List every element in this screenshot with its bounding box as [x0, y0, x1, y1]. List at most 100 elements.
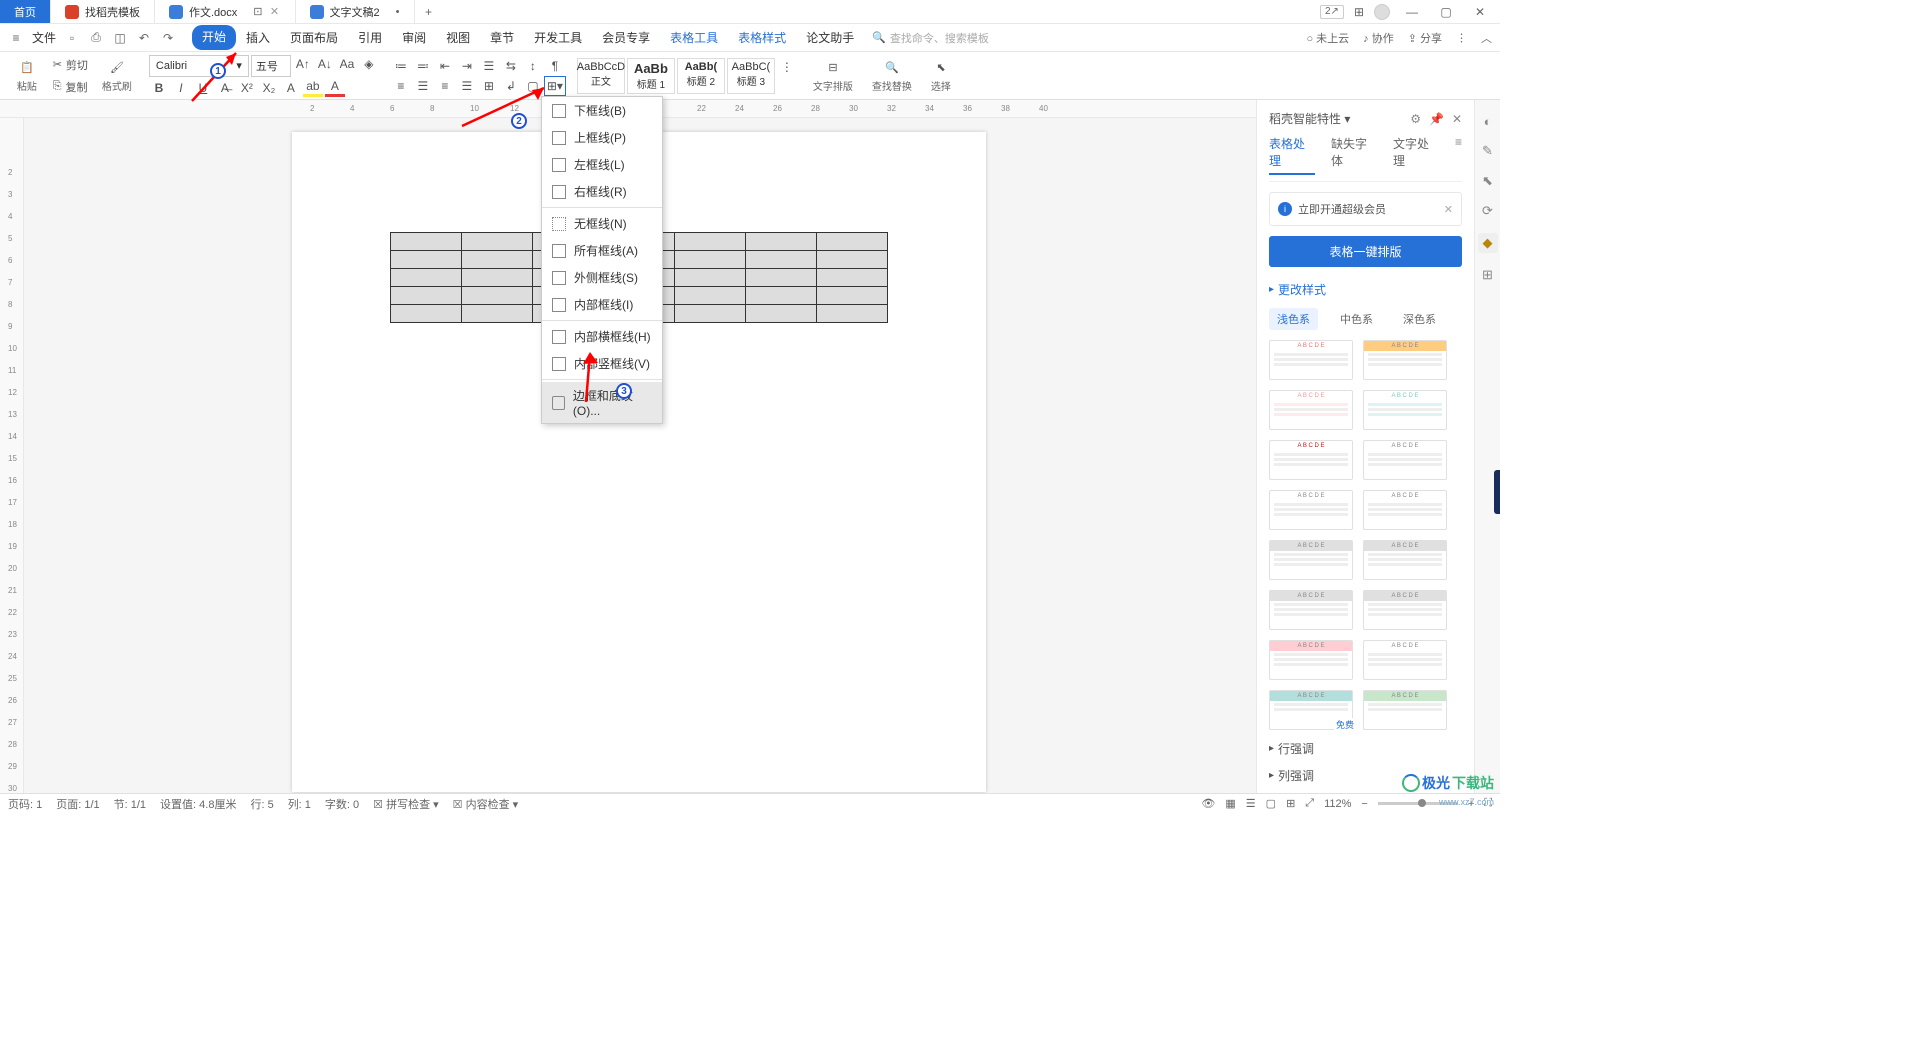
sort-button[interactable]: ☰ — [479, 57, 499, 75]
hamburger-icon[interactable]: ≡ — [8, 30, 24, 46]
auto-format-button[interactable]: 表格一键排版 — [1269, 236, 1462, 267]
grid-icon[interactable]: ⊞ — [1354, 5, 1364, 19]
border-inside-h[interactable]: 内部横框线(H) — [542, 323, 662, 350]
cursor-icon[interactable]: ⬉ — [1482, 173, 1493, 189]
subscript-button[interactable]: X₂ — [259, 79, 279, 97]
side-tab-text[interactable]: 文字处理 — [1393, 135, 1439, 175]
content-check-toggle[interactable]: ☒ 内容检查 ▾ — [453, 796, 519, 812]
menu-chapter[interactable]: 章节 — [480, 25, 524, 50]
drag-handle[interactable] — [1494, 470, 1500, 514]
menu-table-style[interactable]: 表格样式 — [728, 25, 796, 50]
minimize-button[interactable]: — — [1400, 5, 1424, 19]
save-icon[interactable]: ▫ — [64, 30, 80, 46]
copy-button[interactable]: ⎘ 复制 — [49, 77, 92, 97]
indent-button[interactable]: ⇥ — [457, 57, 477, 75]
close-icon[interactable]: ✕ — [269, 5, 281, 18]
close-icon[interactable]: ✕ — [1452, 112, 1462, 126]
border-bottom[interactable]: 下框线(B) — [542, 97, 662, 124]
change-case-button[interactable]: Aa — [337, 55, 357, 73]
style-h3[interactable]: AaBbC(标题 3 — [727, 58, 775, 94]
find-replace-button[interactable]: 🔍 — [881, 59, 903, 76]
view-mode-4[interactable]: ⊞ — [1286, 797, 1295, 810]
cloud-status[interactable]: ○ 未上云 — [1306, 30, 1349, 46]
tab-more-icon[interactable]: ⊡ — [253, 5, 262, 18]
styles-more-button[interactable]: ⋮ — [777, 58, 797, 76]
preview-icon[interactable]: ◫ — [112, 30, 128, 46]
style-thumb[interactable]: A B C D E — [1269, 390, 1353, 430]
view-mode-1[interactable]: ▦ — [1225, 797, 1235, 810]
menu-review[interactable]: 审阅 — [392, 25, 436, 50]
border-left[interactable]: 左框线(L) — [542, 151, 662, 178]
refresh-icon[interactable]: ⟳ — [1482, 203, 1493, 219]
font-size-select[interactable]: 五号 — [251, 55, 291, 77]
diamond-icon[interactable]: ◆ — [1478, 233, 1498, 253]
style-thumb[interactable]: A B C D E — [1363, 640, 1447, 680]
section-row-emphasis[interactable]: 行强调 — [1269, 740, 1462, 757]
align-right-button[interactable]: ≡ — [435, 77, 455, 95]
para-mark-button[interactable]: ¶ — [545, 57, 565, 75]
status-words[interactable]: 字数: 0 — [325, 796, 359, 812]
outdent-button[interactable]: ⇤ — [435, 57, 455, 75]
font-effect-button[interactable]: A — [281, 79, 301, 97]
cut-button[interactable]: ✂ 剪切 — [49, 55, 92, 75]
more-icon[interactable]: ︙ — [1456, 30, 1467, 46]
line-spacing-button[interactable]: ↕ — [523, 57, 543, 75]
style-h1[interactable]: AaBb标题 1 — [627, 58, 675, 94]
status-col[interactable]: 列: 1 — [288, 796, 311, 812]
print-icon[interactable]: ⎙ — [88, 30, 104, 46]
border-right[interactable]: 右框线(R) — [542, 178, 662, 205]
decrease-font-button[interactable]: A↓ — [315, 55, 335, 73]
style-thumb[interactable]: A B C D E — [1363, 690, 1447, 730]
menu-member[interactable]: 会员专享 — [592, 25, 660, 50]
increase-font-button[interactable]: A↑ — [293, 55, 313, 73]
style-thumb[interactable]: A B C D E — [1269, 540, 1353, 580]
status-section[interactable]: 节: 1/1 — [114, 796, 146, 812]
status-pages[interactable]: 页面: 1/1 — [56, 796, 99, 812]
style-thumb[interactable]: A B C D E — [1269, 590, 1353, 630]
menu-layout[interactable]: 页面布局 — [280, 25, 348, 50]
menu-reference[interactable]: 引用 — [348, 25, 392, 50]
scheme-light[interactable]: 浅色系 — [1269, 308, 1318, 330]
font-color-button[interactable]: A — [325, 79, 345, 97]
add-tab-button[interactable]: + — [415, 0, 443, 23]
bold-button[interactable]: B — [149, 79, 169, 97]
fit-width-button[interactable]: ⤢ — [1305, 797, 1314, 810]
menu-thesis[interactable]: 论文助手 — [796, 25, 864, 50]
border-all[interactable]: 所有框线(A) — [542, 237, 662, 264]
command-search[interactable]: 🔍 查找命令、搜索模板 — [872, 30, 989, 46]
view-mode-2[interactable]: ☰ — [1246, 797, 1256, 810]
view-mode-3[interactable]: ▢ — [1266, 797, 1276, 810]
assistant-icon[interactable]: ◐ — [1484, 114, 1492, 129]
tab-doc1[interactable]: 作文.docx⊡✕ — [155, 0, 296, 23]
select-button[interactable]: ⬉ — [932, 59, 949, 76]
tab-doc2[interactable]: 文字文稿2• — [296, 0, 415, 23]
style-thumb[interactable]: A B C D E — [1363, 390, 1447, 430]
undo-icon[interactable]: ↶ — [136, 30, 152, 46]
gear-icon[interactable]: ⚙ — [1410, 112, 1421, 126]
status-row[interactable]: 行: 5 — [250, 796, 273, 812]
text-layout-button[interactable]: ⊟ — [824, 59, 841, 76]
close-icon[interactable]: ✕ — [1444, 203, 1453, 216]
promo-banner[interactable]: i 立即开通超级会员 ✕ — [1269, 192, 1462, 226]
tab-home[interactable]: 首页 — [0, 0, 51, 23]
border-top[interactable]: 上框线(P) — [542, 124, 662, 151]
scheme-dark[interactable]: 深色系 — [1395, 308, 1444, 330]
side-tab-table[interactable]: 表格处理 — [1269, 135, 1315, 175]
redo-icon[interactable]: ↷ — [160, 30, 176, 46]
zoom-value[interactable]: 112% — [1324, 798, 1351, 810]
scheme-medium[interactable]: 中色系 — [1332, 308, 1381, 330]
style-thumb[interactable]: A B C D E — [1363, 440, 1447, 480]
ruler-vertical[interactable]: 2345 6789 10111213 14151617 18192021 222… — [0, 118, 24, 793]
side-tab-more-icon[interactable]: ≡ — [1455, 135, 1462, 175]
pen-icon[interactable]: ✎ — [1482, 143, 1493, 159]
align-center-button[interactable]: ☰ — [413, 77, 433, 95]
border-none[interactable]: 无框线(N) — [542, 210, 662, 237]
file-menu[interactable]: 文件 — [32, 29, 56, 46]
collapse-icon[interactable]: ︿ — [1481, 30, 1492, 46]
style-thumb[interactable]: A B C D E — [1269, 340, 1353, 380]
menu-view[interactable]: 视图 — [436, 25, 480, 50]
style-thumb[interactable]: A B C D E免费 — [1269, 690, 1353, 730]
style-thumb[interactable]: A B C D E — [1363, 490, 1447, 530]
side-tab-fonts[interactable]: 缺失字体 — [1331, 135, 1377, 175]
align-left-button[interactable]: ≡ — [391, 77, 411, 95]
